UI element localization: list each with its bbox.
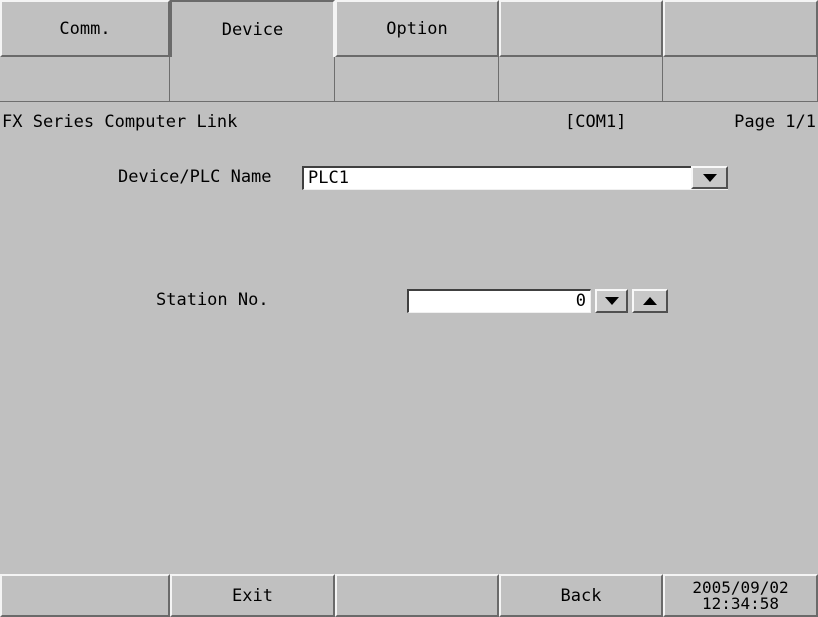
station-no-value: 0 bbox=[575, 291, 586, 311]
tab-bar: Comm. Device Option bbox=[0, 0, 818, 57]
device-plc-name-value: PLC1 bbox=[308, 168, 349, 188]
tab-device-label: Device bbox=[221, 19, 284, 40]
exit-button[interactable]: Exit bbox=[170, 574, 335, 617]
tab-comm-label: Comm. bbox=[59, 18, 111, 39]
sub-tab-1 bbox=[0, 57, 170, 102]
tab-device[interactable]: Device bbox=[170, 0, 335, 57]
station-decrement-button[interactable] bbox=[595, 289, 628, 313]
exit-label: Exit bbox=[232, 585, 273, 606]
arrow-down-icon bbox=[604, 297, 619, 305]
clock-display: 2005/09/02 12:34:58 bbox=[663, 574, 818, 617]
sub-tab-2 bbox=[170, 57, 335, 102]
tab-option-label: Option bbox=[386, 18, 448, 39]
port-label: [COM1] bbox=[565, 112, 627, 132]
info-bar: FX Series Computer Link [COM1] Page 1/1 bbox=[0, 112, 818, 138]
sub-tab-4 bbox=[499, 57, 663, 102]
tab-empty-5[interactable] bbox=[663, 0, 818, 57]
footer-empty-1[interactable] bbox=[0, 574, 170, 617]
station-no-field[interactable]: 0 bbox=[407, 289, 591, 313]
tab-comm[interactable]: Comm. bbox=[0, 0, 170, 57]
device-dropdown-button[interactable] bbox=[691, 166, 728, 189]
driver-name: FX Series Computer Link bbox=[2, 112, 238, 132]
device-plc-name-label: Device/PLC Name bbox=[118, 167, 272, 187]
station-no-label: Station No. bbox=[156, 290, 269, 310]
footer-empty-3[interactable] bbox=[335, 574, 499, 617]
clock-time: 12:34:58 bbox=[701, 593, 780, 613]
arrow-up-icon bbox=[643, 297, 657, 305]
tab-option[interactable]: Option bbox=[335, 0, 499, 57]
back-label: Back bbox=[560, 585, 602, 606]
sub-tab-bar bbox=[0, 57, 818, 102]
device-plc-name-select[interactable]: PLC1 bbox=[302, 166, 728, 190]
page-indicator: Page 1/1 bbox=[734, 112, 816, 132]
back-button[interactable]: Back bbox=[499, 574, 663, 617]
sub-tab-5 bbox=[663, 57, 818, 102]
station-increment-button[interactable] bbox=[632, 289, 668, 313]
tab-empty-4[interactable] bbox=[499, 0, 663, 57]
sub-tab-3 bbox=[335, 57, 499, 102]
footer-bar: Exit Back 2005/09/02 12:34:58 bbox=[0, 574, 818, 617]
chevron-down-icon bbox=[702, 173, 717, 182]
